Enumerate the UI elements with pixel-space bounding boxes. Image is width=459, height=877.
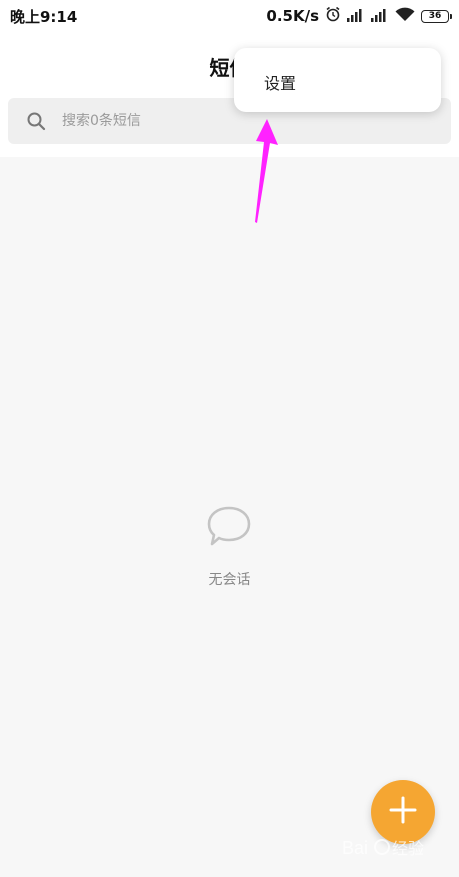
network-speed: 0.5K/s	[266, 7, 319, 25]
conversation-list: 无会话	[0, 157, 459, 877]
alarm-icon	[325, 6, 341, 26]
status-bar: 晚上9:14 0.5K/s 36	[0, 0, 459, 32]
status-icons: 0.5K/s 36	[266, 5, 452, 27]
search-icon	[26, 111, 46, 131]
empty-state-text: 无会话	[208, 572, 251, 588]
status-time: 晚上9:14	[10, 8, 78, 26]
wifi-icon	[395, 7, 415, 26]
annotation-arrow-icon	[245, 115, 285, 225]
chat-bubble-icon	[206, 505, 252, 549]
battery-level: 36	[428, 10, 442, 21]
plus-icon	[388, 795, 418, 829]
signal-icon	[347, 7, 365, 26]
svg-text:Bai: Bai	[342, 838, 368, 858]
battery-icon: 36	[421, 9, 452, 23]
menu-item-settings[interactable]: 设置	[264, 70, 296, 94]
search-input[interactable]	[60, 112, 404, 130]
svg-text:经验: 经验	[392, 839, 424, 858]
signal-icon-2	[371, 7, 389, 26]
overflow-menu: 设置	[234, 48, 441, 112]
baidu-watermark-logo: Bai 经验	[340, 832, 450, 862]
